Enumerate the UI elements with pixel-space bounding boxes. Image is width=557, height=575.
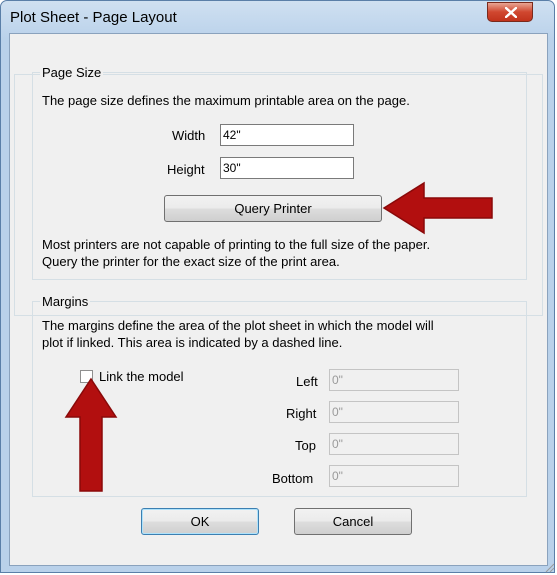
left-margin-label: Left (296, 374, 318, 389)
margins-description-line1: The margins define the area of the plot … (42, 318, 434, 333)
margins-group-label: Margins (40, 294, 91, 309)
resize-grip-icon[interactable] (543, 561, 555, 573)
cancel-button[interactable]: Cancel (294, 508, 412, 535)
red-arrow-right-icon (382, 181, 493, 235)
query-printer-button[interactable]: Query Printer (164, 195, 382, 222)
page-size-group-label: Page Size (40, 65, 104, 80)
close-button[interactable] (487, 2, 533, 22)
bottom-margin-label: Bottom (272, 471, 314, 486)
window-title: Plot Sheet - Page Layout (10, 9, 177, 26)
height-field[interactable] (220, 157, 354, 179)
title-bar[interactable]: Plot Sheet - Page Layout (1, 1, 554, 33)
top-margin-field[interactable] (329, 433, 459, 455)
top-margin-label: Top (295, 438, 316, 453)
height-label: Height (167, 162, 205, 177)
margins-description-line2: plot if linked. This area is indicated b… (42, 335, 343, 350)
red-arrow-up-icon (64, 377, 118, 492)
width-field[interactable] (220, 124, 354, 146)
page-size-description: The page size defines the maximum printa… (42, 93, 410, 108)
close-icon (505, 7, 517, 18)
right-margin-field[interactable] (329, 401, 459, 423)
width-label: Width (172, 128, 206, 143)
right-margin-label: Right (286, 406, 317, 421)
ok-button[interactable]: OK (141, 508, 259, 535)
page-size-note-line2: Query the printer for the exact size of … (42, 254, 340, 269)
left-margin-field[interactable] (329, 369, 459, 391)
bottom-margin-field[interactable] (329, 465, 459, 487)
page-size-note-line1: Most printers are not capable of printin… (42, 237, 431, 252)
